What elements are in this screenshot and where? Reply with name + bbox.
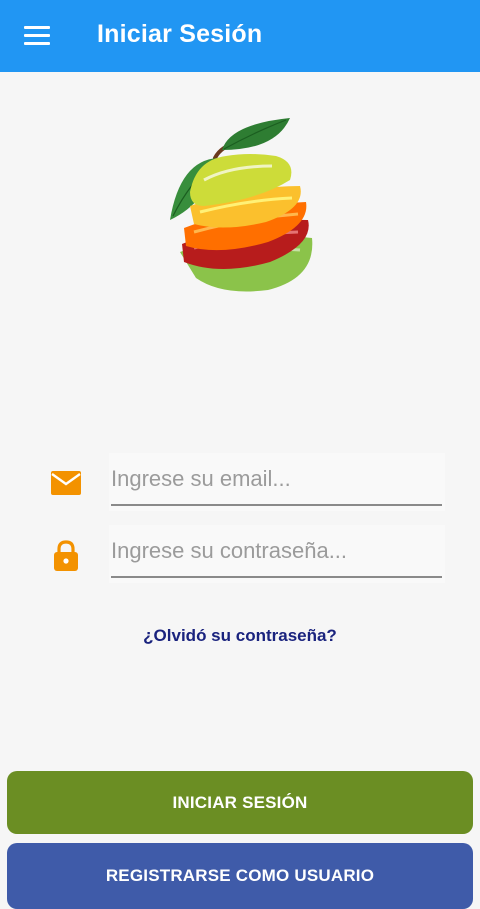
menu-icon-bar xyxy=(24,26,50,29)
forgot-password-link[interactable]: ¿Olvidó su contraseña? xyxy=(0,626,480,646)
password-input[interactable] xyxy=(111,535,441,567)
envelope-icon xyxy=(50,469,82,501)
lock-icon xyxy=(52,539,84,571)
password-row xyxy=(0,525,480,585)
password-underline xyxy=(111,576,442,578)
login-button[interactable]: INICIAR SESIÓN xyxy=(7,771,473,834)
menu-icon-bar xyxy=(24,34,50,37)
email-field xyxy=(109,453,445,511)
password-field xyxy=(109,525,445,583)
page-title: Iniciar Sesión xyxy=(97,20,263,48)
email-underline xyxy=(111,504,442,506)
menu-icon-bar xyxy=(24,42,50,45)
register-button[interactable]: REGISTRARSE COMO USUARIO xyxy=(7,843,473,909)
fruit-slices-logo xyxy=(160,110,320,300)
email-input[interactable] xyxy=(111,463,441,495)
email-row xyxy=(0,453,480,513)
app-bar: Iniciar Sesión xyxy=(0,0,480,72)
menu-icon[interactable] xyxy=(24,24,52,48)
